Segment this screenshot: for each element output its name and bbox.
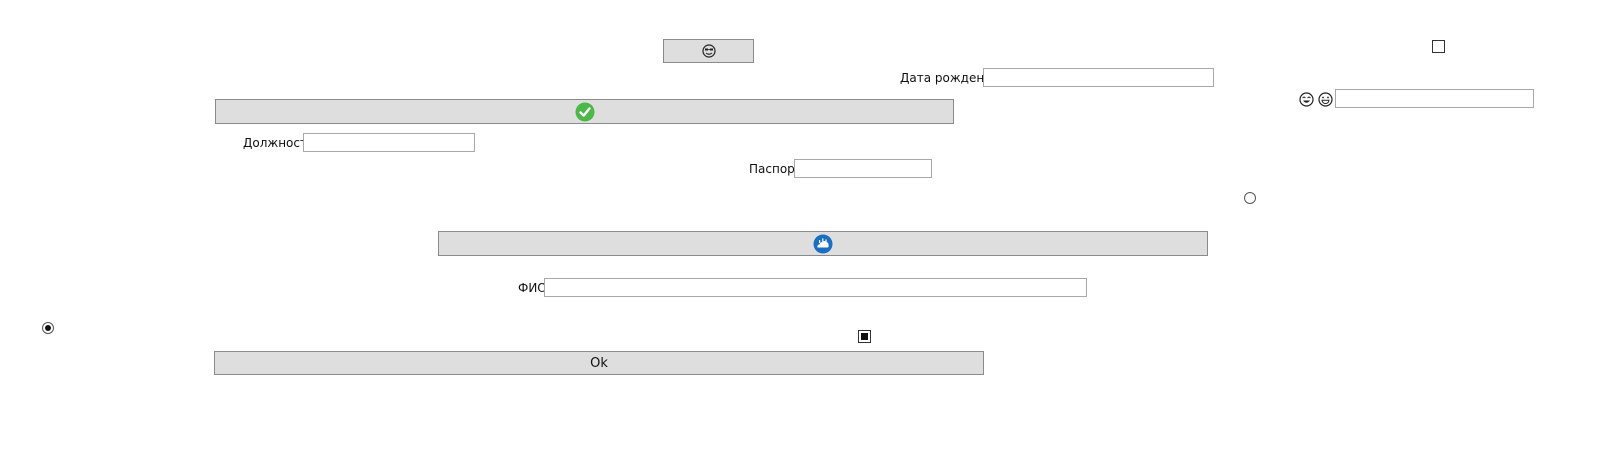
blue-cloud-icon <box>813 234 833 253</box>
emoji-pair <box>1299 92 1333 107</box>
fio-field[interactable] <box>544 278 1087 297</box>
radio-right[interactable] <box>1244 192 1256 204</box>
ok-button-label: Ok <box>590 355 608 371</box>
confirm-button[interactable] <box>215 99 954 124</box>
laughing-face-icon <box>1299 92 1314 107</box>
radio-left[interactable] <box>42 322 54 334</box>
birthdate-field[interactable] <box>983 68 1214 87</box>
emoji-button[interactable] <box>663 39 754 63</box>
emoji-input-field[interactable] <box>1335 89 1534 108</box>
cool-face-icon <box>701 44 716 58</box>
fio-label: ФИО <box>518 281 547 295</box>
checkbox-bottom[interactable] <box>858 330 871 343</box>
green-check-icon <box>575 102 594 121</box>
cloud-button[interactable] <box>438 231 1208 256</box>
position-field[interactable] <box>303 133 475 152</box>
grinning-face-icon <box>1318 92 1333 107</box>
ok-button[interactable]: Ok <box>214 351 984 375</box>
passport-field[interactable] <box>794 159 932 178</box>
checkbox-top[interactable] <box>1432 40 1445 53</box>
